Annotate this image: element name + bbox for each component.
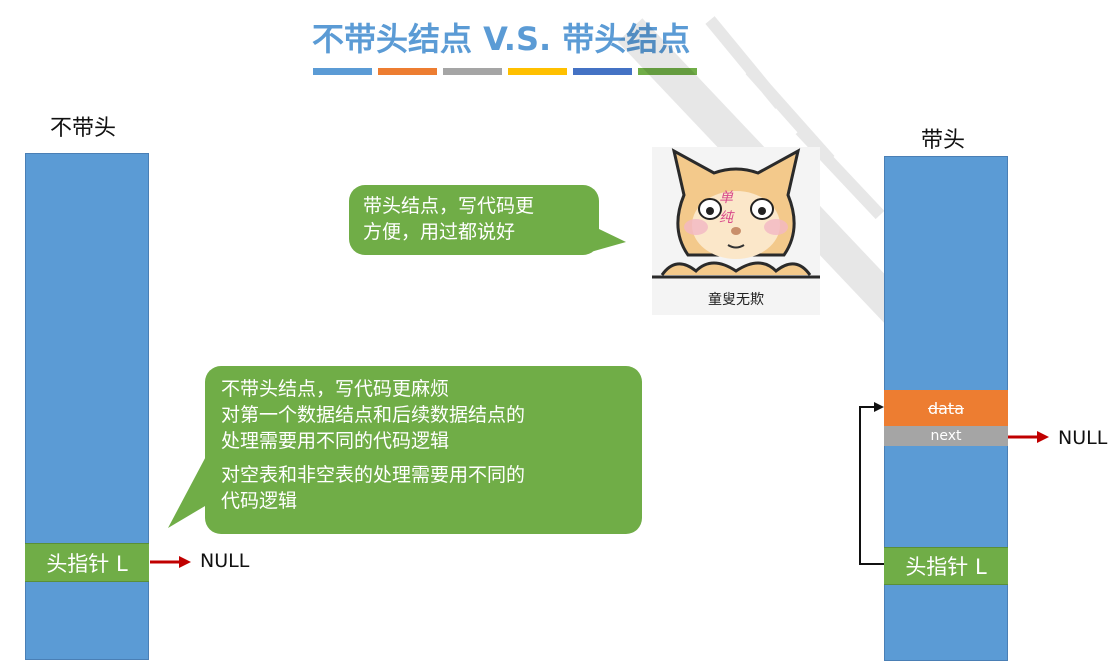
bubble-line: 对第一个数据结点和后续数据结点的 [221, 404, 526, 426]
right-null-arrowhead [1037, 431, 1049, 443]
bubble-line: 代码逻辑 [221, 490, 298, 512]
bubble-line: 处理需要用不同的代码逻辑 [221, 430, 450, 452]
top-speech-bubble: 带头结点，写代码更 方便，用过都说好 [349, 185, 599, 255]
connectors-layer [150, 215, 1049, 568]
meme-face-text: 单纯 [719, 190, 773, 226]
left-null-arrowhead [179, 556, 191, 568]
bubble-line: 对空表和非空表的处理需要用不同的 [221, 464, 526, 486]
bubble-line: 带头结点，写代码更 [363, 195, 535, 217]
bottom-speech-bubble: 不带头结点，写代码更麻烦 对第一个数据结点和后续数据结点的 处理需要用不同的代码… [205, 366, 642, 534]
meme-caption: 童叟无欺 [708, 292, 764, 308]
bubble-line: 不带头结点，写代码更麻烦 [221, 378, 450, 400]
bubble-line: 方便，用过都说好 [363, 221, 516, 243]
meme-image: 单纯 童叟无欺 [652, 147, 820, 315]
head-pointer-to-head-node-arrow [859, 406, 884, 565]
head-pointer-arrowhead [874, 402, 884, 412]
